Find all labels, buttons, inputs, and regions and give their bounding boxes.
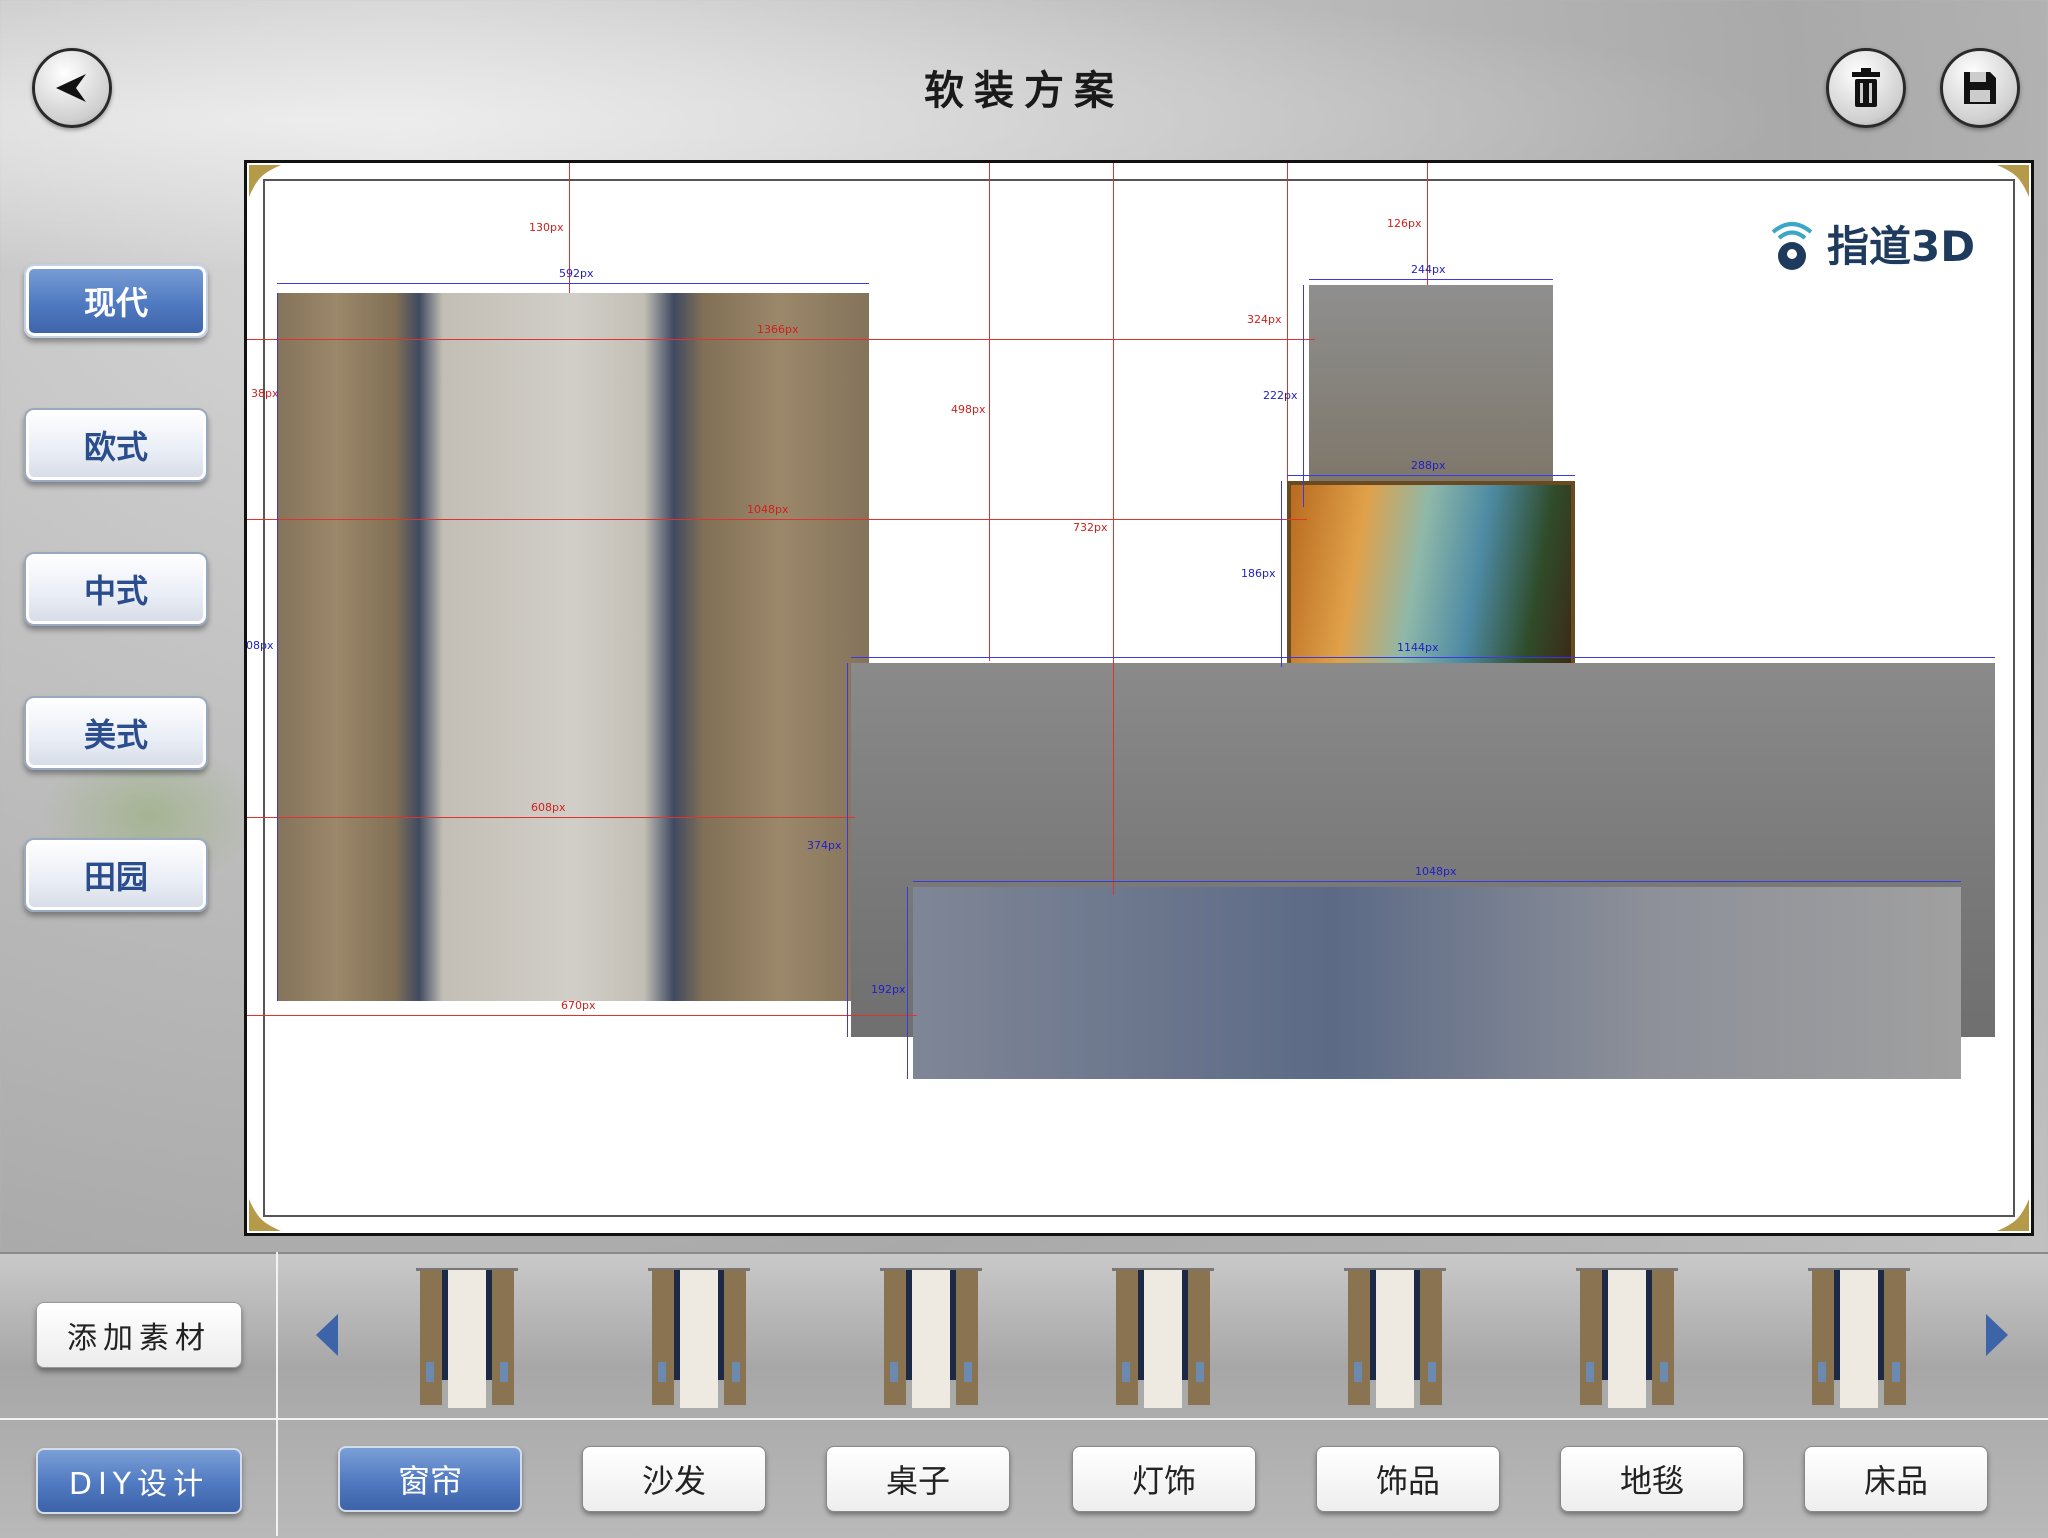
scroll-left-arrow-icon[interactable]: [312, 1310, 342, 1360]
rug-image[interactable]: [913, 887, 1961, 1079]
dim-label: 670px: [561, 999, 596, 1012]
curtain-thumbnail[interactable]: [1572, 1262, 1682, 1412]
style-chinese-button[interactable]: 中式: [24, 552, 208, 626]
category-sofa-button[interactable]: 沙发: [582, 1446, 766, 1512]
category-label: 饰品: [1375, 1462, 1440, 1500]
category-curtain-button[interactable]: 窗帘: [338, 1446, 522, 1512]
divider: [276, 1252, 278, 1536]
category-label: 窗帘: [397, 1462, 462, 1500]
style-label: 欧式: [83, 428, 148, 466]
category-table-button[interactable]: 桌子: [826, 1446, 1010, 1512]
corner-ornament-icon: [1997, 165, 2029, 197]
dim-label: 498px: [951, 403, 986, 416]
style-label: 现代: [83, 284, 148, 322]
dim-label: 374px: [807, 839, 842, 852]
category-label: 床品: [1863, 1462, 1928, 1500]
curtain-thumbnail[interactable]: [876, 1262, 986, 1412]
style-modern-button[interactable]: 现代: [24, 264, 208, 338]
curtain-thumbnail[interactable]: [1108, 1262, 1218, 1412]
style-label: 美式: [83, 716, 148, 754]
category-label: 沙发: [641, 1462, 706, 1500]
trash-icon: [1852, 68, 1880, 107]
dim-label: 732px: [1073, 521, 1108, 534]
logo-text: 指道3D: [1827, 222, 1976, 271]
curtain-thumbnail[interactable]: [644, 1262, 754, 1412]
add-material-button[interactable]: 添加素材: [36, 1302, 242, 1368]
divider: [0, 1418, 2048, 1420]
delete-button[interactable]: [1826, 48, 1906, 128]
button-label: 添加素材: [67, 1321, 211, 1356]
dim-label: 1144px: [1397, 641, 1439, 654]
dim-label: 708px: [245, 639, 274, 652]
button-label: DIY设计: [68, 1467, 210, 1502]
corner-ornament-icon: [249, 1199, 281, 1231]
dim-label: 1048px: [747, 503, 789, 516]
painting-image[interactable]: [1287, 481, 1575, 667]
category-label: 灯饰: [1131, 1462, 1196, 1500]
chandelier-image[interactable]: [1309, 285, 1553, 507]
floppy-disk-icon: [1964, 72, 1996, 104]
style-european-button[interactable]: 欧式: [24, 408, 208, 482]
curtain-image[interactable]: [277, 293, 869, 1001]
page-title: 软装方案: [924, 68, 1124, 114]
style-label: 田园: [83, 858, 148, 896]
category-decor-button[interactable]: 饰品: [1316, 1446, 1500, 1512]
save-button[interactable]: [1940, 48, 2020, 128]
category-bedding-button[interactable]: 床品: [1804, 1446, 1988, 1512]
category-lighting-button[interactable]: 灯饰: [1072, 1446, 1256, 1512]
category-label: 地毯: [1619, 1462, 1684, 1500]
diy-design-button[interactable]: DIY设计: [36, 1448, 242, 1514]
curtain-thumbnail[interactable]: [412, 1262, 522, 1412]
dim-label: 126px: [1387, 217, 1422, 230]
dim-label: 222px: [1263, 389, 1298, 402]
dim-label: 186px: [1241, 567, 1276, 580]
scroll-right-arrow-icon[interactable]: [1982, 1310, 2012, 1360]
style-label: 中式: [83, 572, 148, 610]
wifi-lock-icon: [1771, 221, 1813, 270]
curtain-thumbnail[interactable]: [1340, 1262, 1450, 1412]
dim-label: 38px: [251, 387, 279, 400]
dim-label: 592px: [559, 267, 594, 280]
dim-label: 244px: [1411, 263, 1446, 276]
style-american-button[interactable]: 美式: [24, 696, 208, 770]
dim-label: 324px: [1247, 313, 1282, 326]
dim-label: 288px: [1411, 459, 1446, 472]
dim-label: 130px: [529, 221, 564, 234]
dim-label: 608px: [531, 801, 566, 814]
dim-label: 1366px: [757, 323, 799, 336]
curtain-thumbnail[interactable]: [1804, 1262, 1914, 1412]
category-label: 桌子: [885, 1462, 950, 1500]
category-rug-button[interactable]: 地毯: [1560, 1446, 1744, 1512]
corner-ornament-icon: [249, 165, 281, 197]
brand-logo: 指道3D: [1767, 213, 1975, 274]
dim-label: 1048px: [1415, 865, 1457, 878]
dim-label: 192px: [871, 983, 906, 996]
corner-ornament-icon: [1997, 1199, 2029, 1231]
design-canvas[interactable]: 指道3D 130px 1366px 38px 498px 1048px 732p…: [244, 160, 2034, 1236]
style-pastoral-button[interactable]: 田园: [24, 838, 208, 912]
